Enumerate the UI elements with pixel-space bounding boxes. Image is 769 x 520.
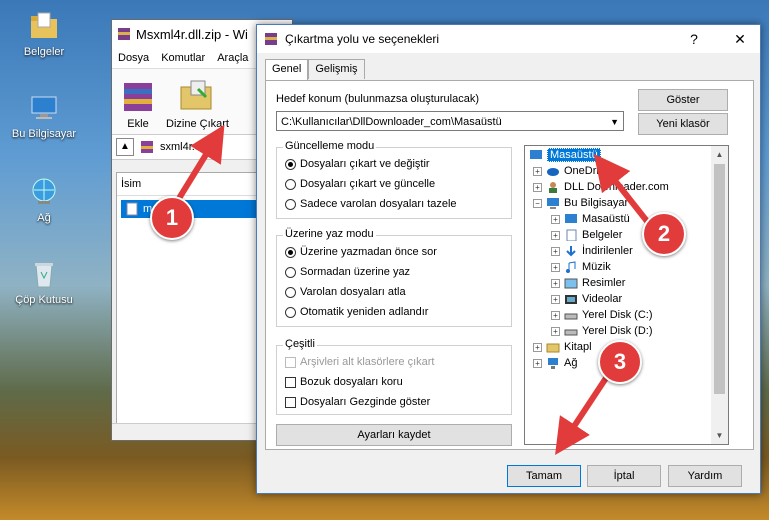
callout-2: 2 [642, 212, 686, 256]
arrow-2 [593, 153, 653, 227]
callout-3: 3 [598, 340, 642, 384]
callout-1: 1 [150, 196, 194, 240]
annotation-arrows [175, 124, 653, 456]
arrow-3 [555, 370, 613, 456]
arrow-1 [175, 124, 225, 202]
